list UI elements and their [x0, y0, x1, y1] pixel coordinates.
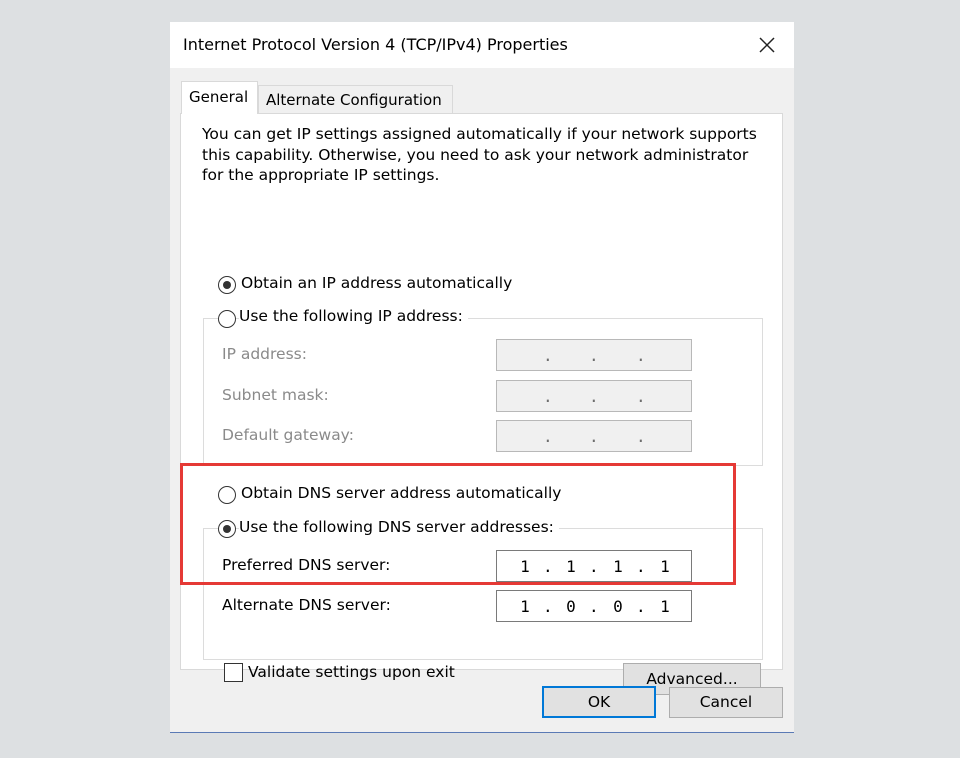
dialog-body: General Alternate Configuration You can … [170, 68, 794, 732]
cancel-button[interactable]: Cancel [669, 687, 783, 718]
title-bar: Internet Protocol Version 4 (TCP/IPv4) P… [170, 22, 794, 68]
ip-address-label: IP address: [222, 345, 307, 363]
obtain-dns-auto-radio[interactable] [218, 486, 236, 504]
subnet-mask-field: . . . [496, 380, 692, 412]
alternate-dns-field[interactable]: 1. 0. 0. 1 [496, 590, 692, 622]
preferred-dns-field[interactable]: 1. 1. 1. 1 [496, 550, 692, 582]
default-gateway-label: Default gateway: [222, 426, 354, 444]
alternate-dns-label: Alternate DNS server: [222, 596, 391, 614]
validate-checkbox[interactable] [224, 663, 243, 682]
tcpip-properties-dialog: Internet Protocol Version 4 (TCP/IPv4) P… [170, 22, 794, 733]
subnet-mask-label: Subnet mask: [222, 386, 329, 404]
validate-label[interactable]: Validate settings upon exit [248, 663, 455, 681]
use-following-ip-radio[interactable] [218, 310, 236, 328]
preferred-dns-label: Preferred DNS server: [222, 556, 391, 574]
description-text: You can get IP settings assigned automat… [202, 125, 757, 184]
use-following-dns-label[interactable]: Use the following DNS server addresses: [239, 518, 559, 536]
obtain-ip-auto-radio[interactable] [218, 276, 236, 294]
close-icon[interactable] [754, 32, 780, 58]
ip-address-field: . . . [496, 339, 692, 371]
obtain-dns-auto-label[interactable]: Obtain DNS server address automatically [241, 484, 561, 502]
use-following-ip-label[interactable]: Use the following IP address: [239, 307, 468, 325]
window-title: Internet Protocol Version 4 (TCP/IPv4) P… [183, 35, 568, 54]
tab-alternate-configuration[interactable]: Alternate Configuration [258, 85, 453, 114]
obtain-ip-auto-label[interactable]: Obtain an IP address automatically [241, 274, 512, 292]
general-panel: You can get IP settings assigned automat… [180, 113, 783, 695]
ok-button[interactable]: OK [542, 686, 656, 718]
default-gateway-field: . . . [496, 420, 692, 452]
tab-general[interactable]: General [181, 81, 258, 114]
use-following-dns-radio[interactable] [218, 520, 236, 538]
